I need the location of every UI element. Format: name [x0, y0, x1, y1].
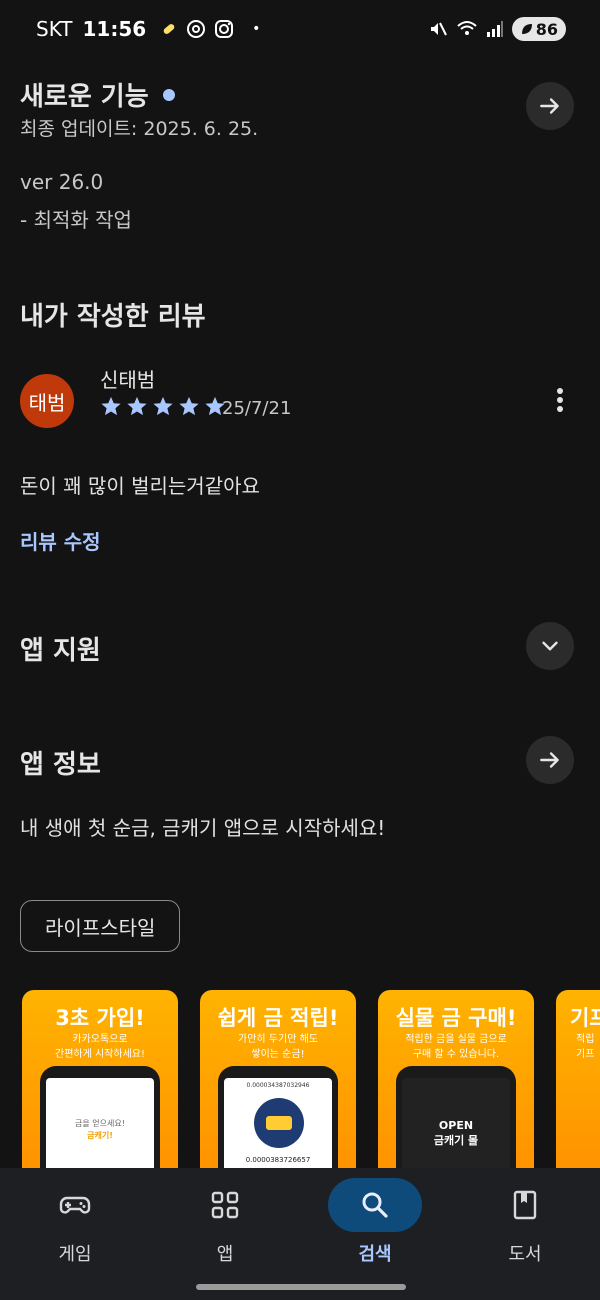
leaf-icon	[521, 24, 532, 34]
carrier-label: SKT	[36, 17, 73, 41]
star-icon	[179, 396, 199, 416]
gamepad-icon	[59, 1196, 91, 1214]
phone-mockup: 0.000034387032946 0.0000383726657	[218, 1066, 338, 1170]
phone-screen-highlight: 금캐기!	[87, 1131, 113, 1140]
home-indicator[interactable]	[196, 1284, 406, 1290]
screenshot-card[interactable]: 기프 적립 기프	[556, 990, 600, 1170]
screenshot-carousel[interactable]: 3초 가입! 카카오톡으로 간편하게 시작하세요! 금을 얻으세요! 금캐기! …	[22, 990, 600, 1170]
category-chip[interactable]: 라이프스타일	[20, 900, 181, 952]
battery-indicator: 86	[511, 17, 566, 41]
phone-mockup: OPEN 금캐기 몰	[396, 1066, 516, 1170]
nav-label-books: 도서	[508, 1244, 542, 1265]
arrow-right-icon	[540, 752, 559, 768]
mute-icon	[430, 22, 447, 36]
bottom-navigation: 게임 앱 검색 도서	[0, 1168, 600, 1300]
reviewer-name: 신태범	[100, 368, 156, 392]
whats-new-title-text: 새로운 기능	[20, 82, 149, 112]
screenshot-subtitle: 가만히 두기만 해도 쌓이는 순금!	[238, 1034, 318, 1060]
phone-mockup: 금을 얻으세요! 금캐기!	[40, 1066, 160, 1170]
screenshot-card[interactable]: 실물 금 구매! 적립한 금을 실물 금으로 구매 할 수 있습니다. OPEN…	[378, 990, 534, 1170]
screenshot-title: 기프	[570, 1006, 600, 1030]
instagram-icon	[215, 20, 234, 38]
screenshot-title: 3초 가입!	[55, 1006, 145, 1030]
phone-screen: 금을 얻으세요! 금캐기!	[46, 1078, 154, 1170]
app-support-title[interactable]: 앱 지원	[20, 630, 101, 667]
version-text: ver 26.0	[20, 170, 104, 194]
screenshot-card[interactable]: 3초 가입! 카카오톡으로 간편하게 시작하세요! 금을 얻으세요! 금캐기!	[22, 990, 178, 1170]
app-info-title[interactable]: 앱 정보	[20, 744, 101, 781]
phone-screen: 0.000034387032946 0.0000383726657	[224, 1078, 332, 1170]
phone-screen-text: OPEN 금캐기 몰	[402, 1118, 510, 1148]
phone-screen-number: 0.000034387032946	[246, 1082, 310, 1089]
nav-label-games: 게임	[58, 1244, 92, 1265]
app-support-expand-button[interactable]	[526, 622, 574, 670]
my-review-title: 내가 작성한 리뷰	[20, 302, 206, 332]
screenshot-subtitle: 적립 기프	[576, 1034, 595, 1060]
review-date: 25/7/21	[222, 398, 292, 419]
gold-bar-icon	[266, 1116, 292, 1130]
screenshot-title: 쉽게 금 적립!	[217, 1006, 339, 1030]
phone-screen-text: 금을 얻으세요! 금캐기!	[46, 1118, 154, 1142]
release-notes: - 최적화 작업	[20, 208, 132, 232]
nav-label-search: 검색	[358, 1244, 392, 1265]
screenshot-subtitle: 카카오톡으로 간편하게 시작하세요!	[55, 1034, 145, 1060]
nav-item-search[interactable]: 검색	[300, 1168, 450, 1278]
search-icon	[362, 1192, 388, 1218]
star-icon	[127, 396, 147, 416]
star-icon	[101, 396, 121, 416]
arrow-right-icon	[540, 98, 559, 114]
threads-icon	[187, 20, 206, 38]
whats-new-title[interactable]: 새로운 기능	[20, 76, 175, 113]
avatar: 태범	[20, 374, 74, 428]
wifi-icon	[457, 21, 477, 35]
screenshot-title: 실물 금 구매!	[395, 1006, 517, 1030]
phone-screen-caption: OPEN	[438, 1119, 474, 1132]
whats-new-arrow-button[interactable]	[526, 82, 574, 130]
clock: 11:56	[82, 17, 147, 41]
phone-screen-highlight: 금캐기 몰	[433, 1134, 479, 1147]
edit-review-link[interactable]: 리뷰 수정	[20, 526, 101, 555]
review-more-options-icon[interactable]	[548, 384, 572, 416]
star-icon	[153, 396, 173, 416]
nav-item-games[interactable]: 게임	[0, 1168, 150, 1278]
new-indicator-dot	[162, 88, 175, 101]
phone-screen-number: 0.0000383726657	[245, 1156, 311, 1164]
nav-label-apps: 앱	[216, 1244, 234, 1265]
nav-item-apps[interactable]: 앱	[150, 1168, 300, 1278]
chevron-down-icon	[542, 641, 558, 651]
screenshot-card[interactable]: 쉽게 금 적립! 가만히 두기만 해도 쌓이는 순금! 0.0000343870…	[200, 990, 356, 1170]
screenshot-subtitle: 적립한 금을 실물 금으로 구매 할 수 있습니다.	[405, 1034, 507, 1060]
star-rating	[100, 395, 226, 417]
last-updated: 최종 업데이트: 2025. 6. 25.	[20, 118, 259, 140]
apps-grid-icon	[211, 1191, 239, 1219]
battery-level: 86	[535, 19, 558, 39]
app-description: 내 생애 첫 순금, 금캐기 앱으로 시작하세요!	[20, 816, 386, 840]
book-icon	[513, 1190, 537, 1220]
signal-icon	[486, 21, 503, 37]
pill-icon	[163, 24, 175, 34]
notification-dot: •	[252, 21, 261, 37]
app-info-arrow-button[interactable]	[526, 736, 574, 784]
nav-item-books[interactable]: 도서	[450, 1168, 600, 1278]
review-body: 돈이 꽤 많이 벌리는거같아요	[20, 474, 260, 498]
phone-screen-caption: 금을 얻으세요!	[75, 1119, 125, 1128]
phone-screen: OPEN 금캐기 몰	[402, 1078, 510, 1170]
status-bar: SKT 11:56 • 86	[0, 0, 600, 60]
